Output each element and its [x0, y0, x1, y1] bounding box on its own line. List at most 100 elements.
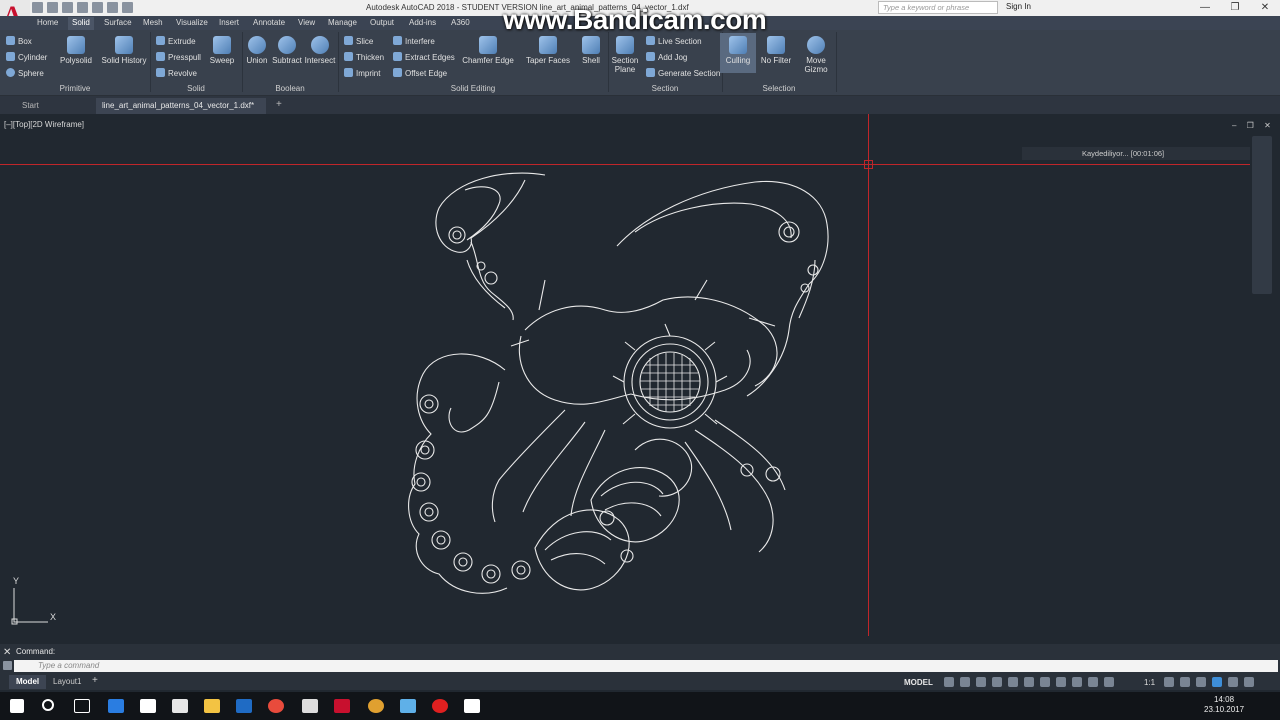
tab-addins[interactable]: Add-ins	[405, 17, 440, 30]
model-space-toggle[interactable]: MODEL	[904, 678, 933, 687]
windows-start-icon[interactable]	[10, 699, 24, 713]
interfere-button[interactable]: Interfere	[393, 36, 435, 46]
add-jog-button[interactable]: Add Jog	[646, 52, 687, 62]
status-bar-tools[interactable]	[944, 677, 1114, 687]
quick-access-toolbar[interactable]	[32, 2, 133, 13]
live-section-button[interactable]: Live Section	[646, 36, 702, 46]
annotation-scale[interactable]: 1:1	[1144, 678, 1155, 687]
save-as-icon[interactable]	[77, 2, 88, 13]
offset-edge-button[interactable]: Offset Edge	[393, 68, 447, 78]
imprint-button[interactable]: Imprint	[344, 68, 380, 78]
viewport-window-controls[interactable]: – ❐ ✕	[1232, 121, 1275, 130]
calculator-icon[interactable]	[302, 699, 318, 713]
panel-title-solid-editing: Solid Editing	[450, 84, 496, 93]
tab-solid[interactable]: Solid	[68, 17, 94, 30]
move-gizmo-button[interactable]: Move Gizmo	[798, 36, 834, 74]
settings-gear-icon[interactable]	[1164, 677, 1174, 687]
tab-annotate[interactable]: Annotate	[249, 17, 289, 30]
polysolid-button[interactable]: Polysolid	[52, 36, 100, 65]
new-tab-button[interactable]: +	[272, 98, 286, 114]
revolve-button[interactable]: Revolve	[156, 68, 197, 78]
shell-button[interactable]: Shell	[574, 36, 608, 65]
navigation-bar[interactable]	[1252, 136, 1272, 294]
taper-faces-button[interactable]: Taper Faces	[522, 36, 574, 65]
mail-icon[interactable]	[172, 699, 188, 713]
autocad-taskbar-icon[interactable]	[334, 699, 350, 713]
file-explorer-icon[interactable]	[204, 699, 220, 713]
ucs-x-label: X	[50, 612, 57, 622]
store-icon[interactable]	[140, 699, 156, 713]
print-icon[interactable]	[92, 2, 103, 13]
command-input[interactable]: Type a command	[14, 660, 1278, 672]
scorpion-line-art-drawing[interactable]	[395, 160, 845, 605]
customize-command-icon[interactable]	[3, 661, 12, 670]
app-icon[interactable]	[368, 699, 384, 713]
tab-visualize[interactable]: Visualize	[172, 17, 212, 30]
presspull-button[interactable]: Presspull	[156, 52, 201, 62]
slice-icon	[344, 36, 353, 45]
outlook-icon[interactable]	[236, 699, 252, 713]
chamfer-edge-icon	[479, 36, 497, 54]
intersect-button[interactable]: Intersect	[301, 36, 339, 65]
tab-insert[interactable]: Insert	[215, 17, 243, 30]
redo-icon[interactable]	[122, 2, 133, 13]
tab-manage[interactable]: Manage	[324, 17, 361, 30]
chrome-icon[interactable]	[268, 699, 284, 713]
osnap-icon	[1008, 677, 1018, 687]
extrude-button[interactable]: Extrude	[156, 36, 196, 46]
plus-icon[interactable]	[1180, 677, 1190, 687]
tab-surface[interactable]: Surface	[100, 17, 136, 30]
search-icon[interactable]	[42, 699, 54, 711]
tab-output[interactable]: Output	[366, 17, 398, 30]
taskbar-clock[interactable]: 14:08 23.10.2017	[1204, 695, 1244, 715]
tab-a360[interactable]: A360	[447, 17, 474, 30]
close-command-line-icon[interactable]: ✕	[3, 647, 11, 658]
layout-tab-layout1[interactable]: Layout1	[46, 675, 88, 689]
no-filter-button[interactable]: No Filter	[756, 36, 796, 65]
culling-button[interactable]: Culling	[720, 33, 756, 73]
sphere-button[interactable]: Sphere	[6, 68, 44, 78]
intersect-icon	[311, 36, 329, 54]
new-layout-button[interactable]: +	[88, 675, 102, 689]
cylinder-button[interactable]: Cylinder	[6, 52, 47, 62]
customize-icon[interactable]	[1244, 677, 1254, 687]
ribbon: Box Cylinder Sphere Polysolid Primitive …	[0, 30, 1280, 96]
tab-mesh[interactable]: Mesh	[139, 17, 167, 30]
save-icon[interactable]	[62, 2, 73, 13]
file-tab-start[interactable]: Start	[16, 98, 45, 114]
photos-icon[interactable]	[464, 699, 480, 713]
generate-section-icon	[646, 68, 655, 77]
isolate-icon[interactable]	[1196, 677, 1206, 687]
leaf-ornament	[534, 509, 630, 591]
search-input[interactable]: Type a keyword or phrase	[878, 1, 998, 14]
minimize-button[interactable]: —	[1190, 0, 1220, 16]
layout-tab-model[interactable]: Model	[9, 675, 47, 689]
sign-in-button[interactable]: Sign In	[1006, 2, 1031, 11]
generate-section-button[interactable]: Generate Section	[646, 68, 720, 78]
solid-history-button[interactable]: Solid History	[98, 36, 150, 65]
edge-browser-icon[interactable]	[108, 699, 124, 713]
clean-screen-icon[interactable]	[1228, 677, 1238, 687]
hardware-accel-icon[interactable]	[1212, 677, 1222, 687]
chamfer-edge-button[interactable]: Chamfer Edge	[460, 36, 516, 65]
panel-title-section[interactable]: Section	[608, 84, 722, 93]
section-plane-button[interactable]: Section Plane	[606, 36, 644, 74]
task-view-icon[interactable]	[74, 699, 90, 713]
panel-title-boolean: Boolean	[275, 84, 305, 93]
viewport-controls[interactable]: [–][Top][2D Wireframe]	[4, 120, 84, 129]
open-icon[interactable]	[47, 2, 58, 13]
box-button[interactable]: Box	[6, 36, 32, 46]
undo-icon[interactable]	[107, 2, 118, 13]
bandicam-icon[interactable]	[432, 699, 448, 713]
file-tab-drawing[interactable]: line_art_animal_patterns_04_vector_1.dxf…	[96, 98, 266, 114]
tab-home[interactable]: Home	[33, 17, 62, 30]
slice-button[interactable]: Slice	[344, 36, 373, 46]
tab-view[interactable]: View	[294, 17, 319, 30]
new-icon[interactable]	[32, 2, 43, 13]
extract-edges-button[interactable]: Extract Edges	[393, 52, 455, 62]
maximize-button[interactable]: ❐	[1220, 0, 1250, 16]
close-button[interactable]: ✕	[1250, 0, 1280, 16]
app-icon-2[interactable]	[400, 699, 416, 713]
thicken-button[interactable]: Thicken	[344, 52, 384, 62]
recording-status-text: Kaydediliyor... [00:01:06]	[1082, 149, 1165, 158]
